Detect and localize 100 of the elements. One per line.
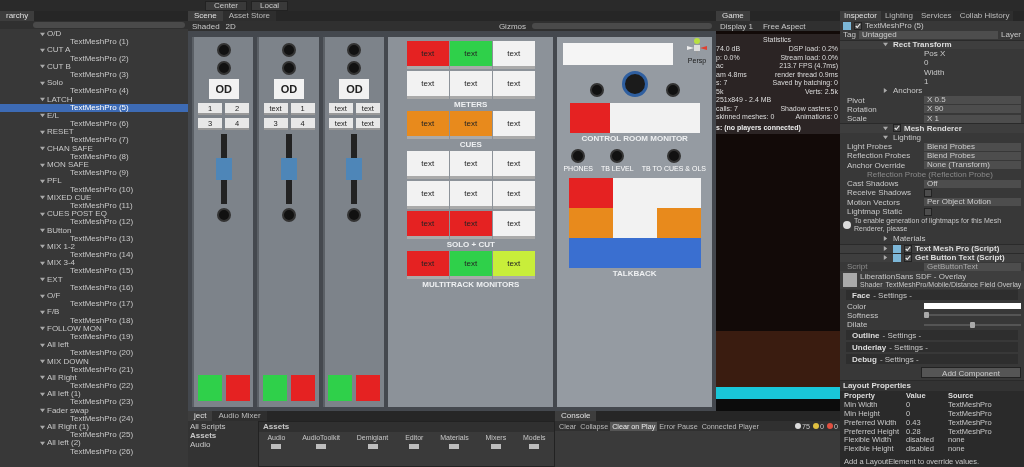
expanded-triangle-icon[interactable]	[40, 277, 45, 283]
hierarchy-item[interactable]: MIX 1-2	[0, 242, 188, 252]
info-icon[interactable]	[795, 423, 801, 429]
console-key[interactable]: text	[492, 251, 535, 279]
hierarchy-item[interactable]: LATCH	[0, 95, 188, 104]
error-icon[interactable]	[827, 423, 833, 429]
settings-foldout[interactable]: Underlay - Settings -	[846, 342, 1018, 353]
checkbox[interactable]	[893, 124, 901, 133]
foldout-label[interactable]: Anchors	[893, 86, 923, 96]
hierarchy-item[interactable]: TextMeshPro (25)	[0, 431, 188, 440]
panel-tab[interactable]: Asset Store	[222, 11, 277, 21]
expanded-triangle-icon[interactable]	[40, 293, 45, 299]
expanded-triangle-icon[interactable]	[40, 97, 45, 103]
foldout-label[interactable]: Materials	[893, 234, 926, 244]
panel-tab[interactable]: Inspector	[840, 11, 881, 21]
dropdown[interactable]: Off	[924, 179, 1021, 188]
hierarchy-item[interactable]: TextMeshPro (24)	[0, 414, 188, 423]
hierarchy-item[interactable]: TextMeshPro (26)	[0, 447, 188, 456]
console-key[interactable]: text	[406, 211, 449, 239]
panel-tab[interactable]: Game	[716, 11, 750, 21]
hierarchy-item[interactable]: E/L	[0, 111, 188, 121]
field-value[interactable]: X 90	[924, 105, 1021, 114]
hierarchy-item[interactable]: CUT A	[0, 46, 188, 55]
panel-tab[interactable]: Collab History	[955, 11, 1014, 21]
gizmos-dropdown[interactable]: Gizmos	[498, 21, 526, 31]
shading-dropdown[interactable]: Shaded	[192, 21, 220, 31]
console-key[interactable]: text	[492, 211, 535, 239]
hierarchy-item[interactable]: TextMeshPro (10)	[0, 185, 188, 194]
panel-tab[interactable]: ject	[188, 411, 213, 421]
expanded-triangle-icon[interactable]	[883, 42, 888, 48]
hierarchy-item[interactable]: Fader swap	[0, 406, 188, 415]
knob-icon[interactable]	[347, 43, 362, 57]
hierarchy-item[interactable]: TextMeshPro (16)	[0, 283, 188, 292]
color-swatch[interactable]	[924, 303, 1021, 310]
expanded-triangle-icon[interactable]	[40, 113, 45, 119]
console-key[interactable]: text	[406, 71, 449, 99]
knob-icon[interactable]	[665, 83, 680, 97]
hierarchy-item[interactable]: EXT	[0, 275, 188, 284]
folder-tree-item[interactable]: Audio	[188, 440, 258, 449]
hierarchy-item[interactable]: TextMeshPro (14)	[0, 251, 188, 260]
hierarchy-item[interactable]: TextMeshPro (5)	[0, 103, 188, 112]
knob-icon[interactable]	[216, 61, 231, 75]
od-key[interactable]: OD	[274, 79, 305, 99]
console-key[interactable]: text	[492, 111, 535, 139]
panel-tab[interactable]: Lighting	[880, 11, 917, 21]
console-key[interactable]: text	[406, 181, 449, 209]
hierarchy-item[interactable]: TextMeshPro (13)	[0, 234, 188, 243]
hierarchy-item[interactable]: TextMeshPro (8)	[0, 152, 188, 161]
mode-toggle[interactable]: 2D	[225, 21, 236, 31]
expanded-triangle-icon[interactable]	[40, 244, 45, 250]
knob-icon[interactable]	[216, 208, 231, 222]
expanded-triangle-icon[interactable]	[40, 211, 45, 217]
toolbar-button[interactable]: Center	[205, 0, 247, 11]
toolbar-button[interactable]: Local	[251, 0, 289, 11]
expanded-triangle-icon[interactable]	[40, 375, 45, 381]
object-name-field[interactable]: TextMeshPro (5)	[865, 21, 924, 31]
console-key[interactable]: text	[449, 71, 492, 99]
field-value[interactable]: X 1	[924, 114, 1021, 123]
tag-dropdown[interactable]: Untagged	[858, 30, 998, 39]
hierarchy-item[interactable]: TextMeshPro (11)	[0, 201, 188, 211]
knob-icon[interactable]	[571, 149, 586, 163]
console-key[interactable]: text	[449, 181, 492, 209]
expanded-triangle-icon[interactable]	[40, 424, 45, 430]
console-key[interactable]: text	[449, 211, 492, 239]
collapsed-triangle-icon[interactable]	[883, 88, 888, 94]
console-key[interactable]: text	[492, 151, 535, 179]
warning-icon[interactable]	[813, 423, 819, 429]
expanded-triangle-icon[interactable]	[40, 80, 45, 86]
hierarchy-item[interactable]: TextMeshPro (7)	[0, 136, 188, 145]
hierarchy-item[interactable]: TextMeshPro (23)	[0, 398, 188, 407]
console-key[interactable]: text	[492, 41, 535, 69]
hierarchy-item[interactable]: All Right (1)	[0, 423, 188, 432]
breadcrumb[interactable]: Assets	[259, 422, 554, 432]
checkbox[interactable]	[904, 244, 912, 253]
folder-tree-item[interactable]: Assets	[188, 431, 258, 440]
hierarchy-item[interactable]: All left	[0, 341, 188, 350]
hierarchy-item[interactable]: TextMeshPro (17)	[0, 300, 188, 309]
hierarchy-item[interactable]: TextMeshPro (20)	[0, 349, 188, 358]
hierarchy-item[interactable]: BUtton	[0, 226, 188, 235]
hierarchy-item[interactable]: CUT B	[0, 62, 188, 71]
expanded-triangle-icon[interactable]	[40, 146, 45, 152]
console-key[interactable]: text	[406, 151, 449, 179]
knob-icon[interactable]	[216, 43, 231, 57]
hierarchy-item[interactable]: TextMeshPro (6)	[0, 120, 188, 129]
field-value[interactable]: X 0.5	[924, 96, 1021, 104]
hierarchy-item[interactable]: MON SAFE	[0, 161, 188, 170]
expanded-triangle-icon[interactable]	[40, 359, 45, 365]
panel-tab[interactable]: rarchy	[0, 11, 35, 21]
dropdown[interactable]: Blend Probes	[924, 151, 1021, 160]
hierarchy-item[interactable]: O/D	[0, 30, 188, 39]
panel-tab[interactable]: Audio Mixer	[212, 411, 267, 421]
console-key[interactable]: text	[449, 151, 492, 179]
hierarchy-item[interactable]: TextMeshPro (19)	[0, 332, 188, 342]
aspect-dropdown[interactable]: Free Aspect	[762, 21, 806, 31]
dropdown[interactable]: Blend Probes	[924, 142, 1021, 151]
checkbox[interactable]	[924, 207, 932, 216]
expanded-triangle-icon[interactable]	[40, 342, 45, 348]
hierarchy-item[interactable]: TextMeshPro (9)	[0, 169, 188, 178]
hierarchy-item[interactable]: TextMeshPro (4)	[0, 87, 188, 96]
expanded-triangle-icon[interactable]	[40, 326, 45, 332]
